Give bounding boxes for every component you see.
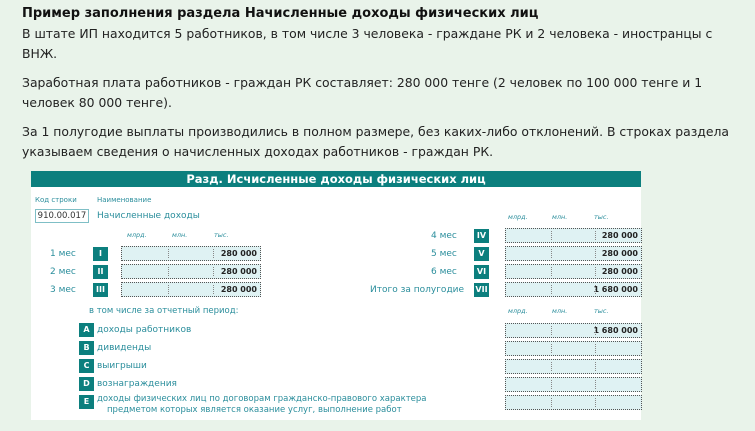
unit-mlrd-right: млрд. [508,213,528,221]
article-paragraph-2: Заработная плата работников - граждан РК… [22,75,703,110]
breakdown-e-label: доходы физических лиц по договорам гражд… [97,394,427,404]
unit-mlrd-left: млрд. [127,231,147,239]
unit-mln-right: млн. [552,213,568,221]
article-paragraph-1: В штате ИП находится 5 работников, в том… [22,26,713,61]
column-code-label: Код строки [35,196,77,204]
breakdown-e-label-line2: предметом которых является оказание услу… [107,405,402,415]
breakdown-b-field [505,341,642,356]
month-2-badge: II [93,265,108,279]
article: Пример заполнения раздела Начисленные до… [22,6,737,162]
month-6-badge: VI [474,265,489,279]
breakdown-c-badge: C [79,359,94,373]
month-1-label: 1 мес [50,249,76,259]
month-1-badge: I [93,247,108,261]
breakdown-d-label: вознаграждения [97,379,177,389]
breakdown-b-label: дивиденды [97,343,152,353]
column-name-label: Наименование [97,196,152,204]
month-4-label: 4 мес [431,231,457,241]
breakdown-c-field [505,359,642,374]
month-3-field: 280 000 [121,282,261,297]
total-field: 1 680 000 [505,282,642,297]
breakdown-d-field [505,377,642,392]
month-3-badge: III [93,283,108,297]
breakdown-d-badge: D [79,377,94,391]
total-badge: VII [474,283,489,297]
month-4-field: 280 000 [505,228,642,243]
unit-mln-breakdown: млн. [552,307,568,315]
unit-mln-left: млн. [172,231,188,239]
unit-tys-right: тыс. [594,213,609,221]
article-paragraph-3: За 1 полугодие выплаты производились в п… [22,124,729,159]
article-title: Пример заполнения раздела Начисленные до… [22,6,539,21]
breakdown-a-label: доходы работников [97,325,192,335]
month-2-field: 280 000 [121,264,261,279]
month-3-label: 3 мес [50,285,76,295]
month-5-label: 5 мес [431,249,457,259]
month-1-field: 280 000 [121,246,261,261]
breakdown-b-badge: B [79,341,94,355]
breakdown-e-field [505,395,642,410]
unit-mlrd-breakdown: млрд. [508,307,528,315]
form-header: Разд. Исчисленные доходы физических лиц [31,171,641,187]
breakdown-c-label: выигрыши [97,361,147,371]
total-label: Итого за полугодие [370,285,465,295]
row-name: Начисленные доходы [97,211,200,221]
month-2-label: 2 мес [50,267,76,277]
unit-tys-breakdown: тыс. [594,307,609,315]
month-6-label: 6 мес [431,267,457,277]
including-label: в том числе за отчетный период: [89,306,239,316]
month-5-badge: V [474,247,489,261]
row-code: 910.00.017 [35,209,89,223]
breakdown-e-badge: E [79,395,94,409]
unit-tys-left: тыс. [214,231,229,239]
breakdown-a-field: 1 680 000 [505,323,642,338]
month-5-field: 280 000 [505,246,642,261]
form-image: Разд. Исчисленные доходы физических лиц … [31,171,642,420]
month-4-badge: IV [474,229,489,243]
month-6-field: 280 000 [505,264,642,279]
breakdown-a-badge: A [79,323,94,337]
